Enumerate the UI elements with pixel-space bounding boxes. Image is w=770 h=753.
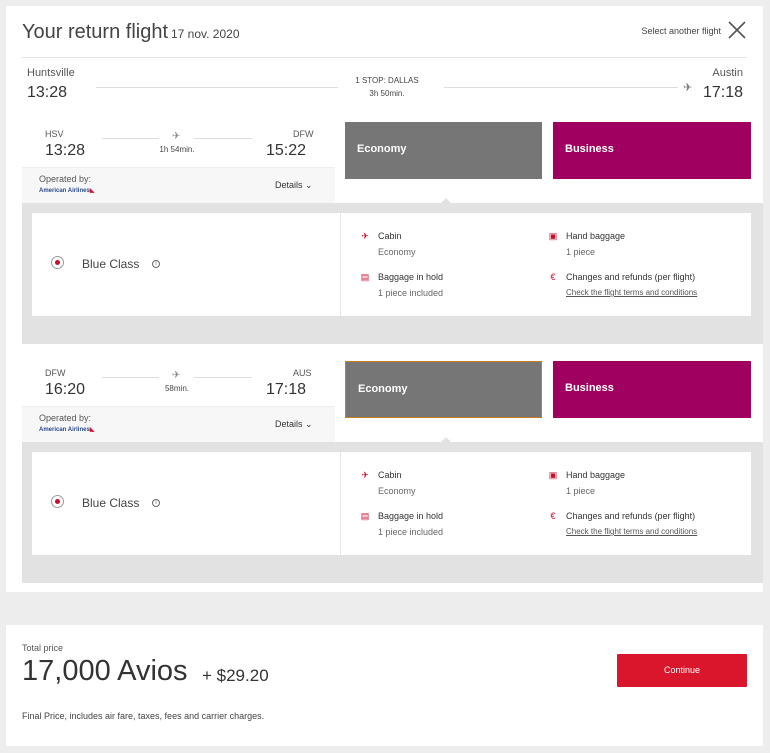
segment-duration: 1h 54min. — [159, 145, 195, 154]
cabin-value: Economy — [378, 247, 416, 257]
return-flight-card: Your return flight 17 nov. 2020 Select a… — [6, 6, 763, 592]
hold-baggage-icon: ▤ — [360, 272, 370, 282]
segment-line — [194, 138, 252, 139]
chevron-down-icon: ⌄ — [305, 419, 313, 429]
details-toggle[interactable]: Details ⌄ — [275, 419, 313, 430]
plane-icon: ✈ — [172, 131, 181, 142]
departure-time: 13:28 — [27, 84, 68, 101]
total-duration: 3h 50min. — [369, 89, 405, 98]
final-price-note: Final Price, includes air fare, taxes, f… — [22, 711, 265, 721]
details-toggle[interactable]: Details ⌄ — [275, 180, 313, 191]
segment-line — [194, 377, 252, 378]
page-title: Your return flight — [22, 21, 169, 43]
arrival-time: 17:18 — [702, 84, 743, 101]
terms-link[interactable]: Check the flight terms and conditions — [566, 527, 697, 536]
hand-baggage-icon: ▣ — [548, 231, 558, 241]
fare-details-panel: Blue Class i ✈ Cabin Economy ▣ Hand bagg… — [32, 452, 751, 555]
select-another-flight-link[interactable]: Select another flight — [641, 26, 721, 36]
cabin-label: Cabin — [378, 231, 402, 241]
changes-label: Changes and refunds (per flight) — [566, 272, 696, 282]
hold-baggage-label: Baggage in hold — [378, 511, 444, 521]
changes-label: Changes and refunds (per flight) — [566, 511, 696, 521]
info-icon[interactable]: i — [152, 499, 160, 507]
segment-info: HSV 13:28 ✈ 1h 54min. DFW 15:22 Operated… — [22, 122, 335, 203]
info-icon[interactable]: i — [152, 260, 160, 268]
fare-class-name: Blue Class — [82, 496, 140, 510]
hand-baggage-label: Hand baggage — [566, 231, 626, 241]
flight-date: 17 nov. 2020 — [171, 27, 240, 41]
business-fare-button[interactable]: Business — [553, 122, 751, 179]
euro-icon: € — [550, 511, 556, 521]
american-airlines-logo: American Airlines◣ — [39, 188, 95, 194]
avios-amount: 17,000 Avios — [22, 655, 188, 687]
segment-origin-code: DFW — [45, 368, 66, 378]
hand-baggage-label: Hand baggage — [566, 470, 626, 480]
economy-fare-button[interactable]: Economy — [345, 122, 542, 179]
plane-icon: ✈ — [683, 82, 693, 94]
hand-baggage-value: 1 piece — [566, 247, 596, 257]
segment-arrival-time: 15:22 — [266, 142, 307, 159]
continue-button[interactable]: Continue — [617, 654, 747, 687]
airline-name: American Airlines — [39, 427, 90, 433]
operated-by-label: Operated by: — [39, 174, 92, 184]
fare-details-area: Blue Class i ✈ Cabin Economy ▣ Hand bagg… — [22, 442, 763, 583]
fare-details-area: Blue Class i ✈ Cabin Economy ▣ Hand bagg… — [22, 203, 763, 344]
economy-fare-button[interactable]: Economy — [345, 361, 542, 418]
terms-link[interactable]: Check the flight terms and conditions — [566, 288, 697, 297]
panel-divider — [340, 213, 341, 316]
operator-row: Operated by: American Airlines◣ Details … — [22, 406, 335, 442]
route-summary: Huntsville 13:28 1 STOP: DALLAS 3h 50min… — [22, 59, 747, 115]
blue-class-radio[interactable] — [51, 256, 64, 269]
details-label: Details — [275, 180, 303, 190]
flight-segment-1: HSV 13:28 ✈ 1h 54min. DFW 15:22 Operated… — [22, 122, 763, 344]
route-line — [96, 87, 338, 88]
segment-duration: 58min. — [164, 384, 189, 393]
euro-icon: € — [550, 272, 556, 282]
segment-destination-code: DFW — [293, 129, 314, 139]
segment-line — [102, 377, 159, 378]
segment-departure-time: 13:28 — [45, 142, 86, 159]
operator-row: Operated by: American Airlines◣ Details … — [22, 167, 335, 203]
arrival-city: Austin — [712, 67, 743, 79]
seat-icon: ✈ — [361, 470, 369, 480]
flight-segment-2: DFW 16:20 ✈ 58min. AUS 17:18 Operated by… — [22, 361, 763, 583]
panel-divider — [340, 452, 341, 555]
departure-city: Huntsville — [27, 67, 75, 79]
segment-departure-time: 16:20 — [45, 381, 86, 398]
segment-destination-code: AUS — [293, 368, 312, 378]
airline-name: American Airlines — [39, 188, 90, 194]
details-label: Details — [275, 419, 303, 429]
hold-baggage-value: 1 piece included — [378, 288, 444, 298]
flight-header: Your return flight 17 nov. 2020 Select a… — [22, 6, 747, 58]
cash-amount: + $29.20 — [202, 666, 269, 685]
route-line — [444, 87, 678, 88]
cabin-value: Economy — [378, 486, 416, 496]
hold-baggage-icon: ▤ — [360, 511, 370, 521]
hand-baggage-value: 1 piece — [566, 486, 596, 496]
hand-baggage-icon: ▣ — [548, 470, 558, 480]
chevron-down-icon: ⌄ — [305, 180, 313, 190]
total-price-label: Total price — [22, 643, 64, 653]
operated-by-label: Operated by: — [39, 413, 92, 423]
stops-info: 1 STOP: DALLAS 3h 50min. — [342, 74, 432, 100]
fare-class-name: Blue Class — [82, 257, 140, 271]
business-fare-button[interactable]: Business — [553, 361, 751, 418]
cabin-label: Cabin — [378, 470, 402, 480]
segment-arrival-time: 17:18 — [266, 381, 307, 398]
fare-details-panel: Blue Class i ✈ Cabin Economy ▣ Hand bagg… — [32, 213, 751, 316]
segment-info: DFW 16:20 ✈ 58min. AUS 17:18 Operated by… — [22, 361, 335, 442]
stops-label: 1 STOP: DALLAS — [355, 76, 419, 85]
hold-baggage-label: Baggage in hold — [378, 272, 444, 282]
blue-class-radio[interactable] — [51, 495, 64, 508]
seat-icon: ✈ — [361, 231, 369, 241]
close-icon[interactable] — [727, 20, 747, 40]
plane-icon: ✈ — [172, 370, 181, 381]
american-airlines-logo: American Airlines◣ — [39, 427, 95, 433]
segment-origin-code: HSV — [45, 129, 64, 139]
segment-line — [102, 138, 159, 139]
price-summary: Total price 17,000 Avios + $29.20 Final … — [6, 625, 763, 746]
hold-baggage-value: 1 piece included — [378, 527, 444, 537]
